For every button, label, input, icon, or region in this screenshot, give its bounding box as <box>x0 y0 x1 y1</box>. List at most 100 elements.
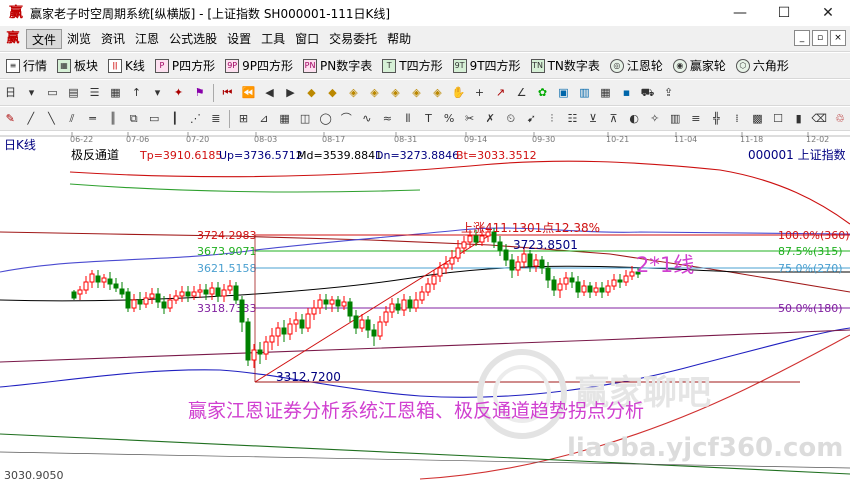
mdi-minimize-button[interactable]: _ <box>794 30 810 46</box>
eraser-icon[interactable]: ⌫ <box>811 110 828 127</box>
menu-info[interactable]: 资讯 <box>96 29 130 49</box>
tb-t-square[interactable]: T T四方形 <box>382 57 443 74</box>
layout-icon[interactable]: ▤ <box>65 84 82 101</box>
mesh-icon[interactable]: ▩ <box>749 110 766 127</box>
menu-logo-icon[interactable]: 赢 <box>4 30 22 48</box>
zoom-out-icon[interactable]: ◆ <box>324 84 341 101</box>
marker-e-icon[interactable]: ◈ <box>429 84 446 101</box>
cross-icon[interactable]: ✗ <box>482 110 499 127</box>
minimize-button[interactable]: — <box>718 0 762 26</box>
mark-icon[interactable]: ◐ <box>626 110 643 127</box>
percent-icon[interactable]: % <box>441 110 458 127</box>
menu-browse[interactable]: 浏览 <box>62 29 96 49</box>
arrow-dropdown-icon[interactable]: ▾ <box>149 84 166 101</box>
calc-icon[interactable]: ▥ <box>576 84 593 101</box>
arrow-up-icon[interactable]: ↑ <box>128 84 145 101</box>
gann-square-icon[interactable]: ◫ <box>297 110 314 127</box>
time-zone-icon[interactable]: ⫴ <box>400 110 417 127</box>
fan-icon[interactable]: ⋰ <box>187 110 204 127</box>
draw-line-icon[interactable]: ↗ <box>492 84 509 101</box>
grid-icon[interactable]: ▦ <box>107 84 124 101</box>
tb-tn-table[interactable]: TN TN数字表 <box>530 57 600 74</box>
magic-icon[interactable]: ✦ <box>170 84 187 101</box>
time-icon[interactable]: ⏲ <box>502 110 519 127</box>
tb-kline[interactable]: ǀǀ K线 <box>108 57 145 74</box>
kline-chart-area[interactable]: 06-22 07-06 07-20 08-03 08-17 08-31 09-14 09-30… <box>0 132 850 481</box>
gann-grid-icon[interactable]: ▦ <box>276 110 293 127</box>
hand-icon[interactable]: ✋ <box>450 84 467 101</box>
box-icon[interactable]: ▭ <box>146 110 163 127</box>
tb-gann-wheel[interactable]: ◎ 江恩轮 <box>609 57 663 74</box>
line-icon[interactable]: ╱ <box>23 110 40 127</box>
palette-icon[interactable]: ✿ <box>534 84 551 101</box>
scissor-icon[interactable]: ✂ <box>461 110 478 127</box>
menu-formula[interactable]: 公式选股 <box>164 29 222 49</box>
prev-page-icon[interactable]: ⏪ <box>240 84 257 101</box>
kline-chart[interactable]: 06-22 07-06 07-20 08-03 08-17 08-31 09-14 09-30… <box>0 132 850 481</box>
channel-icon[interactable]: ⧉ <box>125 110 142 127</box>
gann-box-icon[interactable]: ⊞ <box>235 110 252 127</box>
arc-icon[interactable]: ⌒ <box>338 110 355 127</box>
draw-angle-icon[interactable]: ∠ <box>513 84 530 101</box>
flag-icon[interactable]: ⚑ <box>191 84 208 101</box>
tb-hexagon[interactable]: ⬡ 六角形 <box>735 57 789 74</box>
tb-pn-table[interactable]: PN PN数字表 <box>303 57 372 74</box>
tb-9t-square[interactable]: 9T 9T四方形 <box>452 57 521 74</box>
bars-icon[interactable]: ▥ <box>667 110 684 127</box>
truck-icon[interactable]: ⛟ <box>639 84 656 101</box>
save-icon[interactable]: ▭ <box>44 84 61 101</box>
zoom-in-icon[interactable]: ◆ <box>303 84 320 101</box>
wave-icon[interactable]: ≈ <box>379 110 396 127</box>
cycle-icon[interactable]: ∿ <box>359 110 376 127</box>
text-tool-icon[interactable]: T <box>420 110 437 127</box>
tb-p-square[interactable]: P P四方形 <box>154 57 215 74</box>
star-icon[interactable]: ✧ <box>646 110 663 127</box>
tb-winner-wheel[interactable]: ◉ 赢家轮 <box>672 57 726 74</box>
gann-fan-icon[interactable]: ⊿ <box>256 110 273 127</box>
marker-b-icon[interactable]: ◈ <box>366 84 383 101</box>
grid-lines-icon[interactable]: ╬ <box>708 110 725 127</box>
fib-icon[interactable]: ≣ <box>208 110 225 127</box>
ray-icon[interactable]: ╲ <box>43 110 60 127</box>
vline-icon[interactable]: ║ <box>105 110 122 127</box>
columns-icon[interactable]: ▮ <box>790 110 807 127</box>
tb-quote[interactable]: ≡ 行情 <box>6 57 47 74</box>
tb-9p-square[interactable]: 9P 9P四方形 <box>225 57 293 74</box>
tb-sector[interactable]: ▦ 板块 <box>57 57 98 74</box>
menu-file[interactable]: 文件 <box>26 28 63 49</box>
marker-c-icon[interactable]: ◈ <box>387 84 404 101</box>
prev-icon[interactable]: ◀ <box>261 84 278 101</box>
circle-tool-icon[interactable]: ◯ <box>317 110 334 127</box>
list-icon[interactable]: ☰ <box>86 84 103 101</box>
crosshair-icon[interactable]: + <box>471 84 488 101</box>
menu-tools[interactable]: 工具 <box>256 29 290 49</box>
calendar-icon[interactable]: ▣ <box>555 84 572 101</box>
mdi-close-button[interactable]: × <box>830 30 846 46</box>
first-icon[interactable]: ⏮ <box>219 84 236 101</box>
square-tool-icon[interactable]: ☐ <box>770 110 787 127</box>
arrow-icon[interactable]: ➹ <box>523 110 540 127</box>
ladder-icon[interactable]: ☷ <box>564 110 581 127</box>
marker-d-icon[interactable]: ◈ <box>408 84 425 101</box>
marker-a-icon[interactable]: ◈ <box>345 84 362 101</box>
table-icon[interactable]: ▦ <box>597 84 614 101</box>
speed-line-icon[interactable]: ⊼ <box>605 110 622 127</box>
period-icon[interactable]: ┃ <box>167 110 184 127</box>
menu-window[interactable]: 窗口 <box>290 29 324 49</box>
mdi-restore-button[interactable]: ▫ <box>812 30 828 46</box>
angle-fan-icon[interactable]: ⊻ <box>585 110 602 127</box>
disk-icon[interactable]: ▪ <box>618 84 635 101</box>
next-icon[interactable]: ▶ <box>282 84 299 101</box>
parallel-channel-icon[interactable]: ⫶ <box>544 110 561 127</box>
pencil-icon[interactable]: ✎ <box>2 110 19 127</box>
parallel-icon[interactable]: ⫽ <box>64 110 81 127</box>
menu-trade[interactable]: 交易委托 <box>324 29 382 49</box>
period-dropdown-icon[interactable]: ▾ <box>23 84 40 101</box>
trash-icon[interactable]: ♲ <box>831 110 848 127</box>
menu-help[interactable]: 帮助 <box>382 29 416 49</box>
maximize-button[interactable]: ☐ <box>762 0 806 26</box>
menu-gann[interactable]: 江恩 <box>130 29 164 49</box>
levels-icon[interactable]: ≡ <box>688 110 705 127</box>
menu-settings[interactable]: 设置 <box>222 29 256 49</box>
hline-icon[interactable]: ═ <box>84 110 101 127</box>
